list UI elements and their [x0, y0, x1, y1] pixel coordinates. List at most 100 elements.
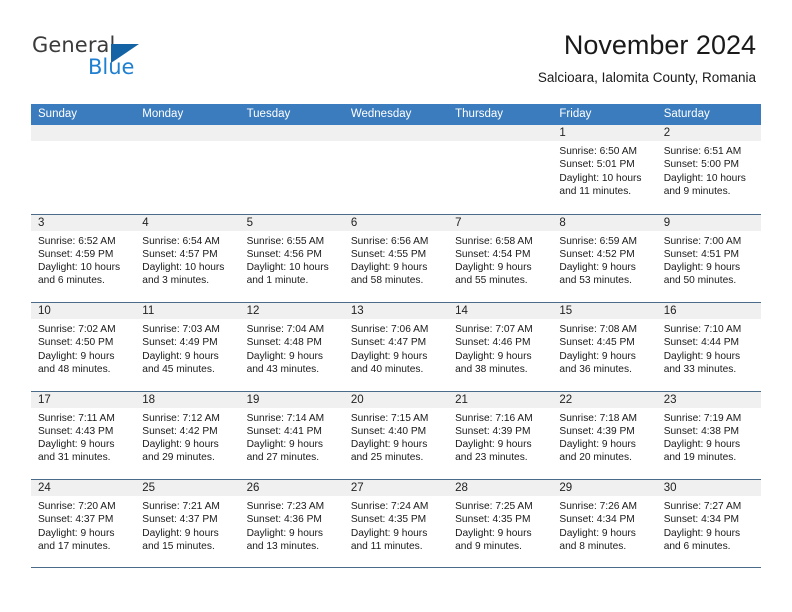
day-cell[interactable]: 4 Sunrise: 6:54 AM Sunset: 4:57 PM Dayli… — [135, 214, 240, 303]
day-cell[interactable]: 26 Sunrise: 7:23 AM Sunset: 4:36 PM Dayl… — [239, 480, 344, 567]
week-row: 1 Sunrise: 6:50 AM Sunset: 5:01 PM Dayli… — [31, 125, 761, 214]
day-cell[interactable]: 29 Sunrise: 7:26 AM Sunset: 4:34 PM Dayl… — [552, 480, 657, 567]
day-number: 19 — [246, 393, 260, 406]
sunset-text: Sunset: 4:52 PM — [559, 248, 635, 260]
day-cell[interactable]: 28 Sunrise: 7:25 AM Sunset: 4:35 PM Dayl… — [448, 480, 553, 567]
daylight-text-line1: Daylight: 9 hours — [455, 350, 532, 362]
day-cell[interactable]: 9 Sunrise: 7:00 AM Sunset: 4:51 PM Dayli… — [656, 214, 761, 303]
day-cell[interactable]: 20 Sunrise: 7:15 AM Sunset: 4:40 PM Dayl… — [343, 391, 449, 480]
day-details: Sunrise: 7:20 AM Sunset: 4:37 PM Dayligh… — [31, 496, 135, 553]
day-number-strip: 10 — [31, 303, 136, 319]
daylight-text-line2: and 33 minutes. — [663, 363, 737, 375]
sunset-text: Sunset: 4:42 PM — [142, 425, 218, 437]
day-cell[interactable]: 7 Sunrise: 6:58 AM Sunset: 4:54 PM Dayli… — [448, 214, 553, 303]
weekday-header-wednesday: Wednesday — [350, 108, 412, 120]
day-cell[interactable]: 22 Sunrise: 7:18 AM Sunset: 4:39 PM Dayl… — [552, 391, 657, 480]
day-number: 1 — [559, 127, 566, 139]
day-details: Sunrise: 7:23 AM Sunset: 4:36 PM Dayligh… — [240, 496, 344, 553]
day-number: 14 — [455, 305, 468, 317]
daylight-text-line1: Daylight: 9 hours — [350, 527, 428, 539]
day-cell[interactable] — [239, 125, 344, 214]
sunset-text: Sunset: 4:45 PM — [559, 337, 635, 349]
day-details: Sunrise: 6:59 AM Sunset: 4:52 PM Dayligh… — [552, 231, 656, 288]
day-cell[interactable]: 10 Sunrise: 7:02 AM Sunset: 4:50 PM Dayl… — [31, 303, 136, 391]
daylight-text-line1: Daylight: 9 hours — [455, 439, 532, 451]
day-cell[interactable]: 24 Sunrise: 7:20 AM Sunset: 4:37 PM Dayl… — [31, 480, 136, 567]
day-number-strip: 14 — [448, 303, 553, 319]
day-cell[interactable]: 30 Sunrise: 7:27 AM Sunset: 4:34 PM Dayl… — [656, 480, 761, 567]
day-cell[interactable]: 2 Sunrise: 6:51 AM Sunset: 5:00 PM Dayli… — [656, 125, 761, 214]
day-cell[interactable] — [448, 125, 553, 214]
general-blue-logo[interactable]: General Blue — [32, 33, 232, 83]
day-number: 27 — [350, 482, 364, 494]
day-details: Sunrise: 7:15 AM Sunset: 4:40 PM Dayligh… — [344, 408, 448, 465]
day-number: 28 — [455, 482, 468, 494]
daylight-text-line2: and 8 minutes. — [559, 540, 627, 552]
daylight-text-line2: and 9 minutes. — [663, 185, 731, 197]
day-cell[interactable]: 11 Sunrise: 7:03 AM Sunset: 4:49 PM Dayl… — [135, 303, 240, 391]
day-number-strip: 16 — [656, 303, 761, 319]
weekday-header-thursday: Thursday — [455, 108, 504, 120]
daylight-text-line1: Daylight: 9 hours — [246, 439, 324, 451]
day-cell[interactable]: 23 Sunrise: 7:19 AM Sunset: 4:38 PM Dayl… — [656, 391, 761, 480]
daylight-text-line2: and 53 minutes. — [559, 275, 632, 287]
day-details: Sunrise: 7:10 AM Sunset: 4:44 PM Dayligh… — [657, 319, 761, 376]
day-number: 4 — [142, 216, 149, 229]
day-cell[interactable]: 21 Sunrise: 7:16 AM Sunset: 4:39 PM Dayl… — [448, 391, 553, 480]
weekday-header-monday: Monday — [142, 108, 184, 120]
day-cell[interactable]: 15 Sunrise: 7:08 AM Sunset: 4:45 PM Dayl… — [552, 303, 657, 391]
day-cell[interactable] — [343, 125, 449, 214]
day-number-strip: 13 — [343, 303, 449, 319]
sunset-text: Sunset: 4:46 PM — [455, 337, 531, 349]
daylight-text-line1: Daylight: 9 hours — [559, 527, 636, 539]
sunrise-text: Sunrise: 7:06 AM — [350, 324, 429, 335]
sunrise-text: Sunrise: 6:51 AM — [663, 146, 742, 157]
week-row: 3 Sunrise: 6:52 AM Sunset: 4:59 PM Dayli… — [31, 213, 761, 303]
day-cell[interactable] — [31, 125, 136, 214]
day-details: Sunrise: 6:54 AM Sunset: 4:57 PM Dayligh… — [135, 231, 239, 288]
location-subtitle: Salcioara, Ialomita County, Romania — [537, 70, 756, 85]
day-number: 22 — [559, 393, 573, 406]
day-cell[interactable]: 12 Sunrise: 7:04 AM Sunset: 4:48 PM Dayl… — [239, 303, 344, 391]
day-details: Sunrise: 7:25 AM Sunset: 4:35 PM Dayligh… — [448, 496, 552, 553]
day-number: 11 — [142, 305, 155, 317]
daylight-text-line1: Daylight: 9 hours — [663, 527, 741, 539]
daylight-text-line1: Daylight: 10 hours — [559, 172, 642, 184]
day-cell[interactable]: 14 Sunrise: 7:07 AM Sunset: 4:46 PM Dayl… — [448, 303, 553, 391]
daylight-text-line1: Daylight: 9 hours — [142, 350, 219, 362]
sunrise-text: Sunrise: 6:59 AM — [559, 235, 637, 247]
day-cell[interactable]: 13 Sunrise: 7:06 AM Sunset: 4:47 PM Dayl… — [343, 303, 449, 391]
sunset-text: Sunset: 4:39 PM — [455, 425, 531, 437]
day-cell[interactable]: 27 Sunrise: 7:24 AM Sunset: 4:35 PM Dayl… — [343, 480, 449, 567]
day-number-strip — [239, 125, 344, 141]
week-row: 10 Sunrise: 7:02 AM Sunset: 4:50 PM Dayl… — [31, 302, 761, 391]
day-cell[interactable] — [135, 125, 240, 214]
day-cell[interactable]: 1 Sunrise: 6:50 AM Sunset: 5:01 PM Dayli… — [552, 125, 657, 214]
sunrise-text: Sunrise: 7:11 AM — [38, 412, 115, 424]
day-details: Sunrise: 7:27 AM Sunset: 4:34 PM Dayligh… — [657, 496, 761, 553]
sunset-text: Sunset: 4:41 PM — [246, 425, 322, 437]
day-cell[interactable]: 16 Sunrise: 7:10 AM Sunset: 4:44 PM Dayl… — [656, 303, 761, 391]
week-row: 17 Sunrise: 7:11 AM Sunset: 4:43 PM Dayl… — [31, 390, 761, 480]
day-cell[interactable]: 3 Sunrise: 6:52 AM Sunset: 4:59 PM Dayli… — [31, 214, 136, 303]
weekday-header-tuesday: Tuesday — [246, 108, 291, 120]
day-details: Sunrise: 7:18 AM Sunset: 4:39 PM Dayligh… — [552, 408, 656, 465]
day-cell[interactable]: 18 Sunrise: 7:12 AM Sunset: 4:42 PM Dayl… — [135, 391, 240, 480]
sunset-text: Sunset: 4:36 PM — [246, 514, 322, 526]
day-cell[interactable]: 25 Sunrise: 7:21 AM Sunset: 4:37 PM Dayl… — [135, 480, 240, 567]
day-cell[interactable]: 17 Sunrise: 7:11 AM Sunset: 4:43 PM Dayl… — [31, 391, 136, 480]
day-cell[interactable]: 8 Sunrise: 6:59 AM Sunset: 4:52 PM Dayli… — [552, 214, 657, 303]
sunset-text: Sunset: 4:44 PM — [663, 337, 740, 349]
day-cell[interactable]: 19 Sunrise: 7:14 AM Sunset: 4:41 PM Dayl… — [239, 391, 344, 480]
weekday-header-saturday: Saturday — [663, 108, 710, 120]
day-cell[interactable]: 6 Sunrise: 6:56 AM Sunset: 4:55 PM Dayli… — [343, 214, 449, 303]
day-number-strip: 7 — [448, 214, 553, 231]
day-number-strip: 15 — [552, 303, 657, 319]
day-cell[interactable]: 5 Sunrise: 6:55 AM Sunset: 4:56 PM Dayli… — [239, 214, 344, 303]
sunrise-text: Sunrise: 7:20 AM — [38, 501, 116, 512]
weekday-header-sunday: Sunday — [38, 108, 78, 120]
sunrise-text: Sunrise: 7:18 AM — [559, 412, 637, 424]
daylight-text-line2: and 58 minutes. — [350, 275, 424, 287]
daylight-text-line1: Daylight: 10 hours — [246, 262, 329, 274]
sunset-text: Sunset: 4:49 PM — [142, 337, 218, 349]
